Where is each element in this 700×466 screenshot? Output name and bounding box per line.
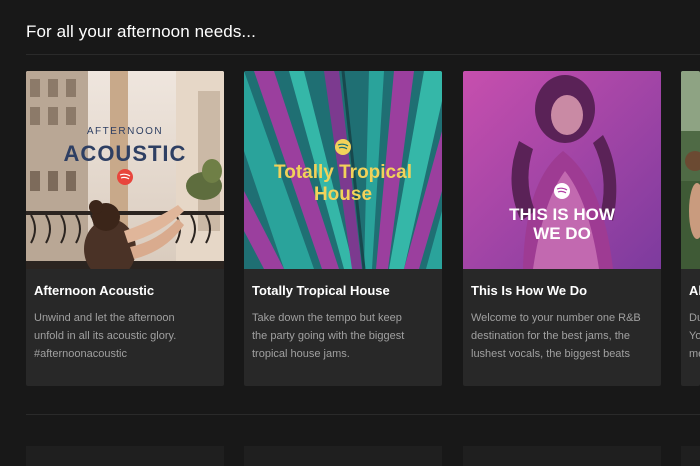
playlist-cover[interactable] [681,71,700,269]
description-line: #afternoonacoustic [34,348,127,360]
playlist-cover[interactable]: THIS IS HOW WE DO [463,71,661,269]
description-line: destination for the best jams, the [471,330,630,342]
cover-text-line2: House [314,184,372,205]
description-line: me [689,348,700,360]
description-line: the party going with the biggest [252,330,405,342]
description-line: Du [689,312,700,324]
next-section-card[interactable] [244,446,442,466]
cover-art-totally-tropical-house: Totally Tropical House [244,71,442,269]
description-line: Take down the tempo but keep [252,312,402,324]
section-title: For all your afternoon needs... [26,22,256,41]
playlist-cover[interactable]: Totally Tropical House [244,71,442,269]
browse-page: For all your afternoon needs... AFTERNOO… [0,0,700,466]
section-divider-bottom [26,414,700,415]
next-section-card[interactable] [681,446,700,466]
playlist-card-this-is-how-we-do[interactable]: THIS IS HOW WE DO This Is How We Do Welc… [463,71,661,386]
section-divider-top [26,54,700,55]
description-line: lushest vocals, the biggest beats [471,348,630,360]
cover-art-this-is-how-we-do: THIS IS HOW WE DO [463,71,661,269]
description-line: unfold in all its acoustic glory. [34,330,177,342]
cover-art-afternoon-acoustic: AFTERNOON ACOUSTIC [26,71,224,269]
playlist-description: Du Yo me [689,309,700,363]
playlist-card-partial[interactable]: Al Du Yo me [681,71,700,386]
playlist-description: Welcome to your number one R&B destinati… [471,309,651,363]
next-section-card[interactable] [26,446,224,466]
cover-text-line1: THIS IS HOW [509,205,616,224]
playlist-title[interactable]: Al [689,283,700,298]
playlist-description: Take down the tempo but keep the party g… [252,309,432,363]
playlist-title[interactable]: Totally Tropical House [252,283,390,298]
next-section-card[interactable] [463,446,661,466]
playlist-title[interactable]: This Is How We Do [471,283,587,298]
cover-text-main: ACOUSTIC [64,141,187,166]
playlist-title[interactable]: Afternoon Acoustic [34,283,154,298]
playlist-card-afternoon-acoustic[interactable]: AFTERNOON ACOUSTIC Afternoon Acoustic Un… [26,71,224,386]
cover-text-line1: Totally Tropical [274,162,412,183]
playlist-card-totally-tropical-house[interactable]: Totally Tropical House Totally Tropical … [244,71,442,386]
description-line: Welcome to your number one R&B [471,312,641,324]
cover-art-partial [681,71,700,269]
cover-text-line2: WE DO [533,224,591,243]
description-line: tropical house jams. [252,348,350,360]
cover-text-top: AFTERNOON [87,126,163,137]
description-line: Unwind and let the afternoon [34,312,175,324]
playlist-cover[interactable]: AFTERNOON ACOUSTIC [26,71,224,269]
description-line: Yo [689,330,700,342]
playlist-description: Unwind and let the afternoon unfold in a… [34,309,214,363]
